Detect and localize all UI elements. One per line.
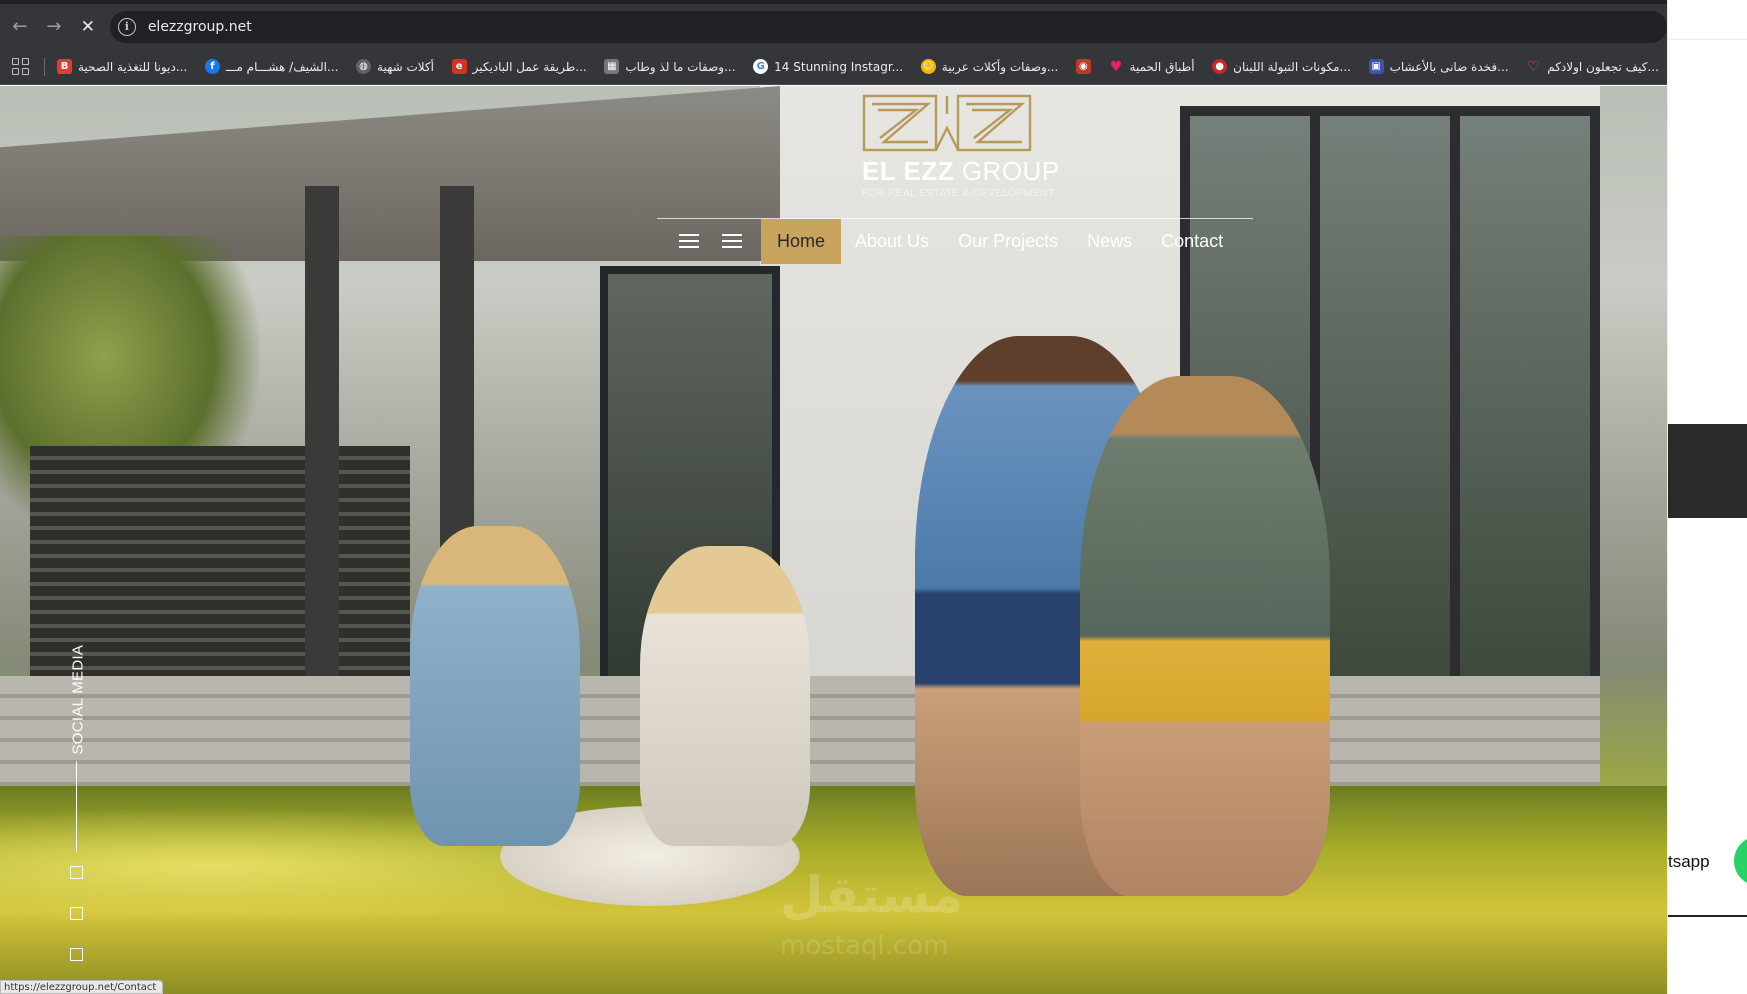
nav-contact[interactable]: Contact (1161, 219, 1223, 264)
nav-news[interactable]: News (1087, 219, 1132, 264)
site-logo[interactable]: EL EZZ GROUP FOR REAL ESTATE & DEVELOPME… (862, 94, 1060, 199)
main-nav: Home About Us Our Projects News Contact (657, 218, 1253, 264)
pic-icon: ▣ (1368, 59, 1384, 74)
chef-icon: ☺ (920, 59, 936, 74)
girl-figure (410, 526, 580, 846)
social-icon[interactable] (70, 907, 83, 920)
status-bar-url: https://elezzgroup.net/Contact (0, 980, 164, 994)
adjacent-page-fragment: tsapp (1667, 0, 1747, 994)
qr-icon: ▦ (604, 59, 620, 74)
food-icon: ◉ (1075, 59, 1091, 74)
b-icon: B (57, 59, 72, 74)
fence (30, 446, 410, 696)
porch-pillar (305, 186, 339, 696)
social-icon[interactable] (70, 866, 83, 879)
forward-arrow-icon[interactable]: → (38, 11, 70, 43)
social-media-label: SOCIAL MEDIA (69, 644, 87, 755)
logo-tagline: FOR REAL ESTATE & DEVELOPMENT (862, 187, 1055, 199)
whatsapp-label[interactable]: tsapp (1668, 852, 1710, 872)
bookmark-item[interactable]: ◍ أكلات شهية (356, 59, 434, 74)
bookmark-item[interactable]: G 14 Stunning Instagr... (753, 59, 903, 74)
red-circle-icon: ● (1212, 59, 1228, 74)
bookmark-item[interactable]: ▣ فخدة ضانى بالأعشاب... (1368, 59, 1509, 74)
menu-icon[interactable] (679, 234, 699, 248)
boy-figure (1080, 376, 1330, 896)
apps-grid-icon[interactable] (12, 57, 30, 76)
address-bar[interactable]: i elezzgroup.net (109, 10, 1667, 43)
web-page: مستقل mostaql.com EL EZZ GROUP FOR REAL … (0, 86, 1667, 994)
logo-brand: EL EZZ GROUP (862, 156, 1060, 186)
bookmark-item[interactable]: B ديونا للتغذية الصحية... (57, 59, 187, 74)
pink-heart-icon: ♡ (1527, 58, 1540, 75)
bookmarks-separator (44, 57, 45, 76)
google-icon: G (753, 59, 769, 74)
divider (1668, 915, 1747, 917)
bookmark-item[interactable]: f الشيف/ هشـــام مـــ... (204, 59, 338, 74)
social-divider (76, 761, 77, 851)
bookmark-item[interactable]: ♡ كيف تجعلون اولادكم... (1526, 58, 1659, 75)
watermark-sub: mostaql.com (780, 931, 949, 961)
menu-icon[interactable] (722, 234, 742, 248)
browser-window: ← → ✕ i elezzgroup.net B ديونا للتغذية ال… (0, 0, 1667, 994)
nav-home[interactable]: Home (761, 218, 842, 264)
facebook-icon: f (204, 59, 220, 74)
dark-panel (1668, 424, 1747, 518)
nav-our-projects[interactable]: Our Projects (958, 219, 1058, 264)
bookmark-item[interactable]: e طريقة عمل الباديكير... (451, 59, 587, 74)
browser-toolbar: ← → ✕ i elezzgroup.net (0, 0, 1667, 49)
bookmark-item[interactable]: ☺ وصفات وأكلات عربية... (920, 59, 1058, 74)
back-arrow-icon[interactable]: ← (4, 11, 36, 43)
social-icon[interactable] (70, 948, 83, 961)
bookmarks-bar: B ديونا للتغذية الصحية... f الشيف/ هشـــام… (0, 49, 1667, 85)
red-e-icon: e (451, 59, 467, 74)
nav-about-us[interactable]: About Us (855, 219, 929, 264)
globe-icon: ◍ (356, 59, 372, 74)
bookmark-item[interactable]: ♥ أطباق الحمية (1109, 58, 1195, 75)
bookmark-list: B ديونا للتغذية الصحية... f الشيف/ هشـــام… (57, 58, 1659, 75)
heart-icon: ♥ (1109, 58, 1123, 75)
bookmark-item[interactable]: ▦ وصفات ما لذ وطاب... (604, 59, 736, 74)
url-text[interactable]: elezzgroup.net (148, 19, 252, 35)
bookmark-item[interactable]: ● مكونات التبولة اللبنان... (1212, 59, 1351, 74)
site-info-icon[interactable]: i (117, 17, 136, 36)
divider (1668, 39, 1747, 40)
mother-figure (640, 546, 810, 846)
watermark: مستقل (780, 866, 963, 924)
bookmark-item[interactable]: ◉ (1075, 59, 1091, 74)
stop-icon[interactable]: ✕ (72, 11, 104, 43)
logo-mark-icon (862, 94, 1032, 152)
whatsapp-icon[interactable] (1734, 836, 1747, 886)
